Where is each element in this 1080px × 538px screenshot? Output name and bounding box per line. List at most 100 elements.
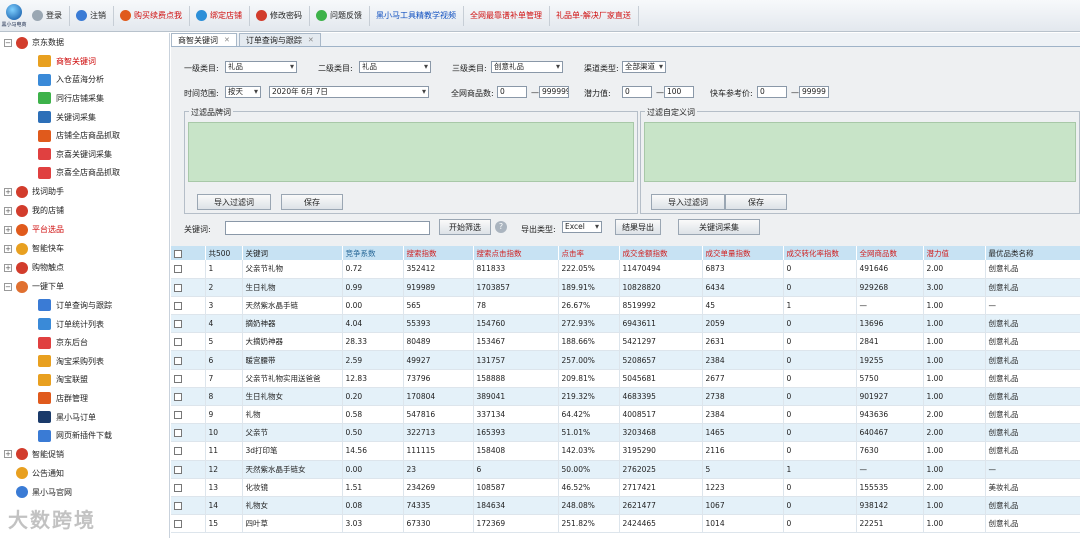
row-checkbox-cell[interactable] [171, 332, 206, 352]
row-checkbox-cell[interactable] [171, 387, 206, 407]
table-row[interactable]: 6 暖宫腰带 2.59 49927 131757 257.00% 5208657 2384 0 1… [171, 350, 1080, 370]
table-row[interactable]: 11 3d打印笔 14.56 111115 158408 142.03% 3195290 21… [171, 441, 1080, 461]
sidebar-item-0-0[interactable]: 商智关键词 [0, 52, 169, 71]
row-checkbox[interactable] [174, 429, 182, 438]
save-custom-filter-button[interactable]: 保存 [725, 194, 787, 210]
sidebar-item-0-2[interactable]: 同行店铺采集 [0, 89, 169, 108]
column-header[interactable]: 全网商品数 [856, 246, 924, 260]
custom-filter-textarea[interactable] [644, 122, 1076, 182]
sidebar-group-4[interactable]: + 智能快车 [0, 239, 169, 258]
sidebar-group-6[interactable]: − 一键下单 [0, 277, 169, 296]
table-row[interactable]: 5 大摘奶神器 28.33 80489 153467 188.66% 5421297 2631… [171, 332, 1080, 352]
potential-max-input[interactable]: 100 [664, 86, 694, 98]
column-header[interactable]: 潜力值 [923, 246, 986, 260]
allnet-min-input[interactable]: 0 [497, 86, 527, 98]
row-checkbox[interactable] [174, 356, 182, 365]
row-checkbox-cell[interactable] [171, 369, 206, 388]
table-row[interactable]: 13 化妆镜 1.51 234269 108587 46.52% 2717421 1223 0 1… [171, 478, 1080, 497]
potential-min-input[interactable]: 0 [622, 86, 652, 98]
cat1-select[interactable]: 礼品 [225, 61, 297, 73]
expand-toggle-icon[interactable]: + [4, 187, 12, 196]
row-checkbox[interactable] [174, 392, 182, 401]
expand-toggle-icon[interactable]: + [4, 263, 12, 272]
sidebar-item-0-4[interactable]: 店铺全店商品抓取 [0, 126, 169, 145]
time-unit-select[interactable]: 按天 [225, 86, 261, 98]
sidebar-group-5[interactable]: + 购物触点 [0, 258, 169, 277]
column-header[interactable]: 搜索点击指数 [473, 246, 559, 260]
row-checkbox[interactable] [174, 320, 182, 329]
toolbar-item-8[interactable]: 礼品单-解决厂家直送 [552, 6, 635, 26]
table-row[interactable]: 2 生日礼物 0.99 919989 1703857 189.91% 10828820 643… [171, 278, 1080, 297]
expand-toggle-icon[interactable] [4, 488, 12, 496]
column-header[interactable]: 成交单量指数 [702, 246, 784, 260]
row-checkbox-cell[interactable] [171, 405, 206, 425]
sidebar-item-6-0[interactable]: 订单查询与跟踪 [0, 296, 169, 315]
allnet-max-input[interactable]: 9999999 [539, 86, 569, 98]
sidebar-item-6-7[interactable]: 网页新插件下载 [0, 426, 169, 445]
row-checkbox-cell[interactable] [171, 260, 206, 279]
select-all-checkbox[interactable] [174, 249, 182, 258]
toolbar-item-1[interactable]: 注销 [72, 6, 110, 26]
row-checkbox[interactable] [174, 338, 182, 347]
column-header[interactable]: 点击率 [558, 246, 620, 260]
expand-toggle-icon[interactable] [4, 469, 12, 477]
column-header[interactable]: 关键词 [242, 246, 343, 260]
row-checkbox-cell[interactable] [171, 423, 206, 443]
row-checkbox[interactable] [174, 465, 182, 474]
row-checkbox-cell[interactable] [171, 350, 206, 370]
toolbar-item-7[interactable]: 全网最靠谱补单管理 [466, 6, 546, 26]
keyword-collect-button[interactable]: 关键词采集 [678, 219, 760, 235]
column-header[interactable]: 搜索指数 [403, 246, 474, 260]
select-all-cell[interactable] [171, 246, 206, 260]
table-row[interactable]: 15 四叶草 3.03 67330 172369 251.82% 2424465 1014 0 2… [171, 514, 1080, 534]
column-header[interactable]: 成交转化率指数 [783, 246, 857, 260]
toolbar-item-4[interactable]: 修改密码 [252, 6, 306, 26]
row-checkbox-cell[interactable] [171, 460, 206, 479]
expand-toggle-icon[interactable]: − [4, 282, 12, 291]
column-header[interactable]: 竞争系数 [342, 246, 404, 260]
table-row[interactable]: 9 礼物 0.58 547816 337134 64.42% 4008517 2384 0 943… [171, 405, 1080, 425]
table-row[interactable]: 14 礼物女 0.08 74335 184634 248.08% 2621477 1067 0 9… [171, 496, 1080, 516]
table-row[interactable]: 3 天然紫水晶手链 0.00 565 78 26.67% 8519992 45 1—1.00— [171, 296, 1080, 316]
table-row[interactable]: 10 父亲节 0.50 322713 165393 51.01% 3203468 1465 0 6… [171, 423, 1080, 443]
row-checkbox-cell[interactable] [171, 441, 206, 461]
row-checkbox[interactable] [174, 265, 182, 274]
help-icon[interactable]: ? [495, 221, 507, 233]
sidebar-group-9[interactable]: 黑小马官网 [0, 483, 169, 502]
tab-0[interactable]: 商智关键词 ✕ [171, 33, 237, 46]
express-max-input[interactable]: 99999 [799, 86, 829, 98]
row-checkbox[interactable] [174, 447, 182, 456]
sidebar-item-0-6[interactable]: 京喜全店商品抓取 [0, 164, 169, 183]
sidebar-group-1[interactable]: + 找词助手 [0, 182, 169, 201]
row-checkbox[interactable] [174, 283, 182, 292]
sidebar-item-6-3[interactable]: 淘宝采购列表 [0, 352, 169, 371]
table-row[interactable]: 8 生日礼物女 0.20 170804 389041 219.32% 4683395 2738… [171, 387, 1080, 407]
table-row[interactable]: 1 父亲节礼物 0.72 352412 811833 222.05% 11470494 687… [171, 260, 1080, 279]
column-header[interactable]: 成交金额指数 [619, 246, 703, 260]
toolbar-item-2[interactable]: 购买续费点我 [116, 6, 186, 26]
export-result-button[interactable]: 结果导出 [615, 219, 661, 235]
toolbar-item-5[interactable]: 问题反馈 [312, 6, 366, 26]
sidebar-item-6-2[interactable]: 京东后台 [0, 333, 169, 352]
sidebar-group-2[interactable]: + 我的店铺 [0, 201, 169, 220]
express-min-input[interactable]: 0 [757, 86, 787, 98]
toolbar-item-6[interactable]: 黑小马工具精教学视频 [372, 6, 460, 26]
column-header[interactable]: 最优品类名称 [985, 246, 1080, 260]
row-checkbox-cell[interactable] [171, 496, 206, 516]
sidebar-item-0-3[interactable]: 关键词采集 [0, 108, 169, 127]
row-checkbox-cell[interactable] [171, 514, 206, 534]
channel-select[interactable]: 全部渠道 [622, 61, 666, 73]
row-checkbox[interactable] [174, 301, 182, 310]
close-icon[interactable]: ✕ [224, 36, 230, 44]
export-type-select[interactable]: Excel [562, 221, 602, 233]
save-brand-filter-button[interactable]: 保存 [281, 194, 343, 210]
expand-toggle-icon[interactable]: + [4, 225, 12, 234]
row-checkbox[interactable] [174, 374, 182, 383]
sidebar-item-6-1[interactable]: 订单统计列表 [0, 315, 169, 334]
table-row[interactable]: 7 父亲节礼物实用送爸爸 12.83 73796 158888 209.81% 504568… [171, 369, 1080, 388]
expand-toggle-icon[interactable]: + [4, 244, 12, 253]
sidebar-item-0-5[interactable]: 京喜关键词采集 [0, 145, 169, 164]
sidebar-item-6-6[interactable]: 黑小马订单 [0, 408, 169, 427]
start-filter-button[interactable]: 开始筛选 [439, 219, 491, 235]
close-icon[interactable]: ✕ [308, 36, 314, 44]
